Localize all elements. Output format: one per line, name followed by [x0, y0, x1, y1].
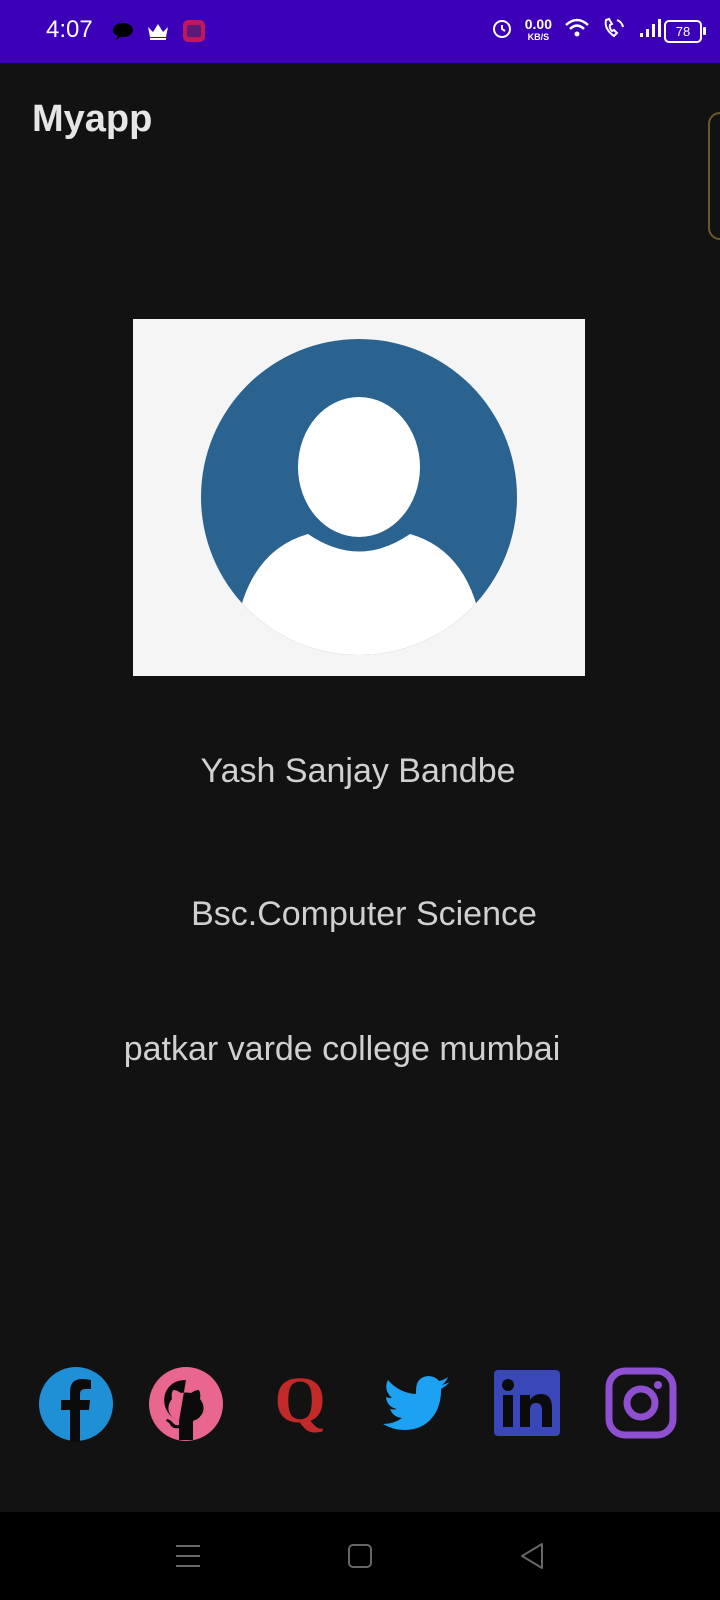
net-speed-unit: KB/S	[527, 31, 550, 42]
navigation-bar	[0, 1512, 720, 1600]
user-avatar-icon	[201, 339, 517, 655]
net-speed-value: 0.00	[524, 15, 552, 32]
github-icon[interactable]	[148, 1366, 224, 1442]
profile-course: Bsc.Computer Science	[191, 895, 537, 933]
app-title: Myapp	[32, 98, 153, 140]
twitter-icon[interactable]	[378, 1366, 454, 1442]
status-right-icons: 0.00 KB/S	[491, 17, 664, 44]
chat-bubble-icon	[112, 21, 134, 46]
instagram-icon[interactable]	[604, 1366, 680, 1442]
net-speed: 0.00 KB/S	[524, 15, 552, 44]
facebook-icon[interactable]	[38, 1366, 114, 1442]
yono-sbi-app-icon	[182, 19, 206, 48]
profile-name: Yash Sanjay Bandbe	[200, 752, 516, 790]
home-icon[interactable]	[340, 1536, 380, 1576]
edge-panel-handle[interactable]	[708, 112, 720, 240]
wifi-calling-icon	[602, 17, 626, 44]
status-bar: 4:07 0.00 KB/S 78	[0, 0, 720, 63]
svg-text:Q: Q	[274, 1366, 325, 1437]
back-icon[interactable]	[512, 1536, 552, 1576]
social-links: Q	[0, 1366, 720, 1442]
profile-avatar	[133, 319, 585, 676]
quora-icon[interactable]: Q	[262, 1366, 338, 1442]
status-left-icons	[112, 19, 206, 48]
linkedin-icon[interactable]	[490, 1366, 566, 1442]
menu-icon[interactable]	[168, 1536, 208, 1576]
status-time: 4:07	[46, 16, 93, 43]
battery-icon: 78	[664, 20, 706, 43]
signal-icon	[638, 17, 664, 44]
wifi-icon	[564, 17, 590, 44]
crown-icon	[146, 21, 170, 46]
profile-college: patkar varde college mumbai	[123, 1030, 561, 1068]
alarm-icon	[491, 17, 513, 44]
